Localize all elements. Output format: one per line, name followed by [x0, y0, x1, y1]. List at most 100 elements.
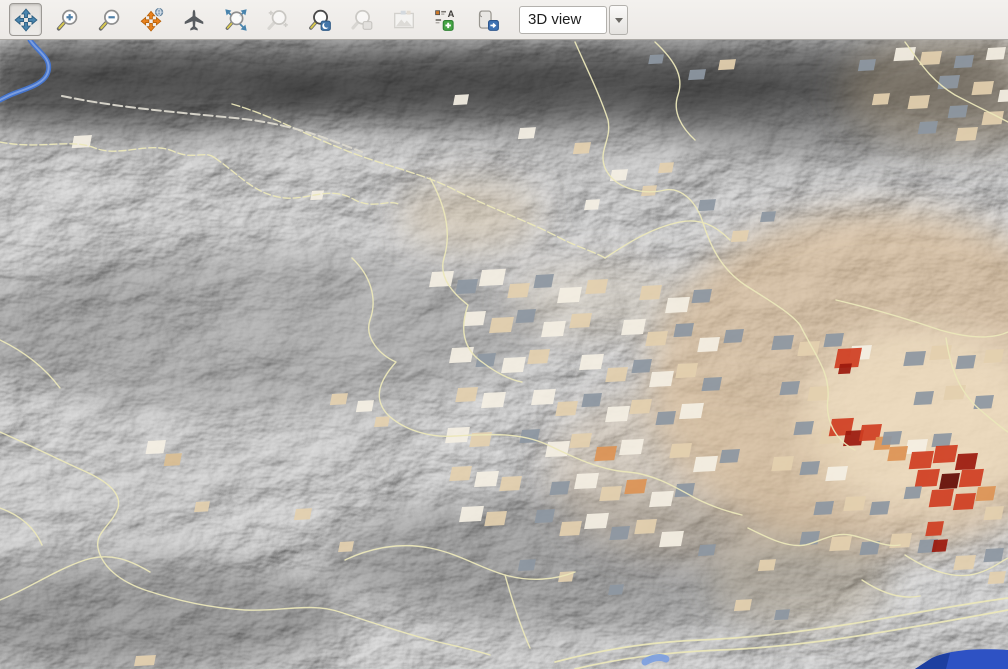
raster-cell — [605, 367, 628, 382]
raster-cell — [518, 559, 536, 571]
export-scene-button[interactable] — [471, 3, 504, 36]
zoom-out-button[interactable] — [93, 3, 126, 36]
raster-cell — [356, 400, 374, 412]
raster-cell — [799, 531, 820, 545]
toolbar: A 3D view — [0, 0, 1008, 40]
raster-cell — [731, 230, 749, 242]
zoom-next-button — [345, 3, 378, 36]
raster-cell — [459, 506, 484, 522]
raster-cell — [624, 479, 647, 494]
raster-cell — [599, 486, 622, 501]
zoom-to-extent-button[interactable] — [219, 3, 252, 36]
zoom-native-resolution-button — [261, 3, 294, 36]
raster-cell — [858, 59, 876, 71]
raster-cell — [501, 357, 526, 373]
raster-cell — [760, 211, 776, 222]
pan-camera-button[interactable] — [9, 3, 42, 36]
raster-cell — [931, 433, 952, 447]
raster-cell — [986, 47, 1006, 60]
raster-cell — [988, 571, 1006, 584]
raster-cell — [455, 279, 478, 294]
svg-text:A: A — [447, 9, 454, 19]
raster-cell — [619, 439, 644, 455]
zoom-last-button[interactable] — [303, 3, 336, 36]
zoom-in-icon — [56, 8, 80, 32]
raster-cell — [939, 473, 960, 489]
raster-cell — [734, 599, 752, 611]
raster-cell — [797, 341, 820, 356]
raster-cell — [943, 385, 966, 400]
raster-cell — [718, 59, 736, 70]
raster-cell — [634, 519, 657, 534]
raster-cell — [481, 392, 506, 408]
raster-cell — [584, 513, 609, 529]
raster-cell — [585, 279, 608, 294]
raster-cell — [669, 443, 692, 458]
raster-cell — [698, 199, 716, 211]
raster-cell — [605, 406, 630, 422]
raster-cell — [903, 351, 926, 366]
raster-cell — [649, 371, 674, 387]
raster-cell — [909, 451, 934, 469]
view-mode-select[interactable]: 3D view — [519, 6, 607, 34]
raster-cell — [719, 449, 740, 463]
raster-cell — [631, 359, 652, 373]
raster-cell — [584, 199, 600, 210]
raster-cell — [919, 51, 942, 65]
raster-cell — [665, 297, 690, 313]
raster-cell — [134, 655, 156, 666]
raster-cell — [953, 555, 976, 570]
zoom-plus-plus-icon — [266, 8, 290, 32]
raster-cell — [573, 142, 591, 154]
raster-cell — [915, 469, 940, 487]
raster-cell — [955, 355, 976, 369]
raster-cell — [674, 483, 695, 497]
zoom-out-icon — [98, 8, 122, 32]
raster-cell — [913, 391, 934, 405]
zoom-full-extent-button[interactable] — [135, 3, 168, 36]
raster-cell — [799, 461, 820, 475]
image-mountains-icon — [392, 8, 416, 32]
raster-cell — [559, 521, 582, 536]
map-viewport[interactable] — [0, 40, 1008, 669]
save-as-image-button — [387, 3, 420, 36]
raster-cell — [649, 491, 674, 507]
raster-cell — [581, 393, 602, 407]
fly-mode-button[interactable] — [177, 3, 210, 36]
raster-cell — [608, 584, 624, 595]
raster-cell — [639, 285, 662, 300]
raster-cell — [971, 81, 994, 95]
raster-cell — [658, 162, 674, 173]
raster-cell — [697, 337, 720, 352]
raster-cell — [843, 496, 866, 511]
raster-cell — [829, 536, 852, 551]
raster-cell — [679, 403, 704, 419]
globe-arrows-icon — [140, 8, 164, 32]
raster-cell — [515, 309, 536, 323]
raster-cell — [872, 93, 890, 105]
raster-cell — [983, 349, 1004, 363]
raster-cell — [933, 445, 958, 463]
raster-cell — [771, 335, 794, 350]
zoom-in-button[interactable] — [51, 3, 84, 36]
view-mode-dropdown-arrow[interactable] — [609, 5, 628, 35]
raster-cell — [569, 313, 592, 328]
raster-cell — [499, 476, 522, 491]
raster-cell — [955, 127, 978, 141]
airplane-icon — [182, 8, 206, 32]
raster-cell — [164, 453, 182, 466]
raster-cell — [887, 446, 908, 461]
raster-cell — [925, 521, 944, 536]
toolbar-buttons: A — [9, 3, 504, 36]
map-3d-view[interactable] — [0, 40, 1008, 669]
raster-cell — [975, 486, 996, 501]
raster-cell — [479, 269, 506, 286]
raster-cell — [518, 127, 536, 139]
raster-cell — [531, 389, 556, 405]
raster-cell — [675, 363, 698, 378]
raster-cell — [693, 456, 718, 472]
raster-cell — [579, 354, 604, 370]
configure-legend-button[interactable]: A — [429, 3, 462, 36]
raster-cell — [959, 469, 984, 487]
raster-cell — [145, 440, 166, 454]
